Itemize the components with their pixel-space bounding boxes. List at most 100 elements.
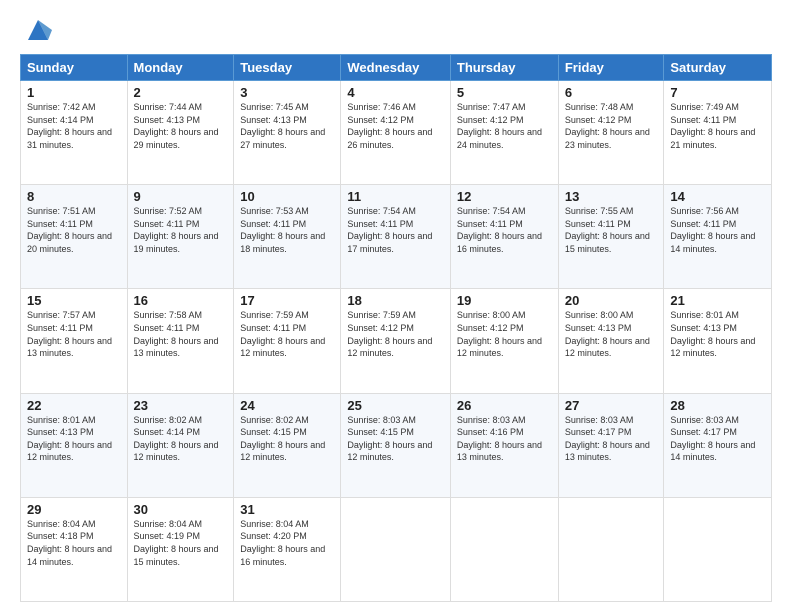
day-number: 27 [565,398,658,413]
calendar-cell: 27Sunrise: 8:03 AM Sunset: 4:17 PM Dayli… [558,393,664,497]
day-info: Sunrise: 7:47 AM Sunset: 4:12 PM Dayligh… [457,102,542,150]
day-info: Sunrise: 8:04 AM Sunset: 4:18 PM Dayligh… [27,519,112,567]
day-info: Sunrise: 8:03 AM Sunset: 4:16 PM Dayligh… [457,415,542,463]
calendar-cell: 3 Sunrise: 7:45 AM Sunset: 4:13 PM Daylig… [234,81,341,185]
day-number: 10 [240,189,334,204]
day-number: 29 [27,502,121,517]
day-number: 20 [565,293,658,308]
day-info: Sunrise: 8:01 AM Sunset: 4:13 PM Dayligh… [27,415,112,463]
calendar-header-cell: Monday [127,55,234,81]
calendar-cell [664,497,772,601]
calendar-cell: 28 Sunrise: 8:03 AM Sunset: 4:17 PM Dayli… [664,393,772,497]
day-info: Sunrise: 8:00 AM Sunset: 4:12 PM Dayligh… [457,310,542,358]
calendar-header-cell: Thursday [450,55,558,81]
header [20,16,772,44]
day-number: 28 [670,398,765,413]
calendar-cell: 4 Sunrise: 7:46 AM Sunset: 4:12 PM Daylig… [341,81,451,185]
day-number: 9 [134,189,228,204]
day-info: Sunrise: 7:59 AM Sunset: 4:11 PM Dayligh… [240,310,325,358]
calendar-week-row: 8 Sunrise: 7:51 AM Sunset: 4:11 PM Daylig… [21,185,772,289]
calendar-cell: 21Sunrise: 8:01 AM Sunset: 4:13 PM Dayli… [664,289,772,393]
calendar-cell: 23Sunrise: 8:02 AM Sunset: 4:14 PM Dayli… [127,393,234,497]
calendar-cell: 18 Sunrise: 7:59 AM Sunset: 4:12 PM Dayli… [341,289,451,393]
calendar-body: 1 Sunrise: 7:42 AM Sunset: 4:14 PM Daylig… [21,81,772,602]
calendar-cell: 16Sunrise: 7:58 AM Sunset: 4:11 PM Dayli… [127,289,234,393]
day-info: Sunrise: 7:49 AM Sunset: 4:11 PM Dayligh… [670,102,755,150]
day-info: Sunrise: 7:53 AM Sunset: 4:11 PM Dayligh… [240,206,325,254]
day-number: 3 [240,85,334,100]
calendar-cell: 1 Sunrise: 7:42 AM Sunset: 4:14 PM Daylig… [21,81,128,185]
day-number: 11 [347,189,444,204]
day-number: 2 [134,85,228,100]
calendar-cell: 2 Sunrise: 7:44 AM Sunset: 4:13 PM Daylig… [127,81,234,185]
calendar-cell: 20 Sunrise: 8:00 AM Sunset: 4:13 PM Dayli… [558,289,664,393]
calendar-header-cell: Wednesday [341,55,451,81]
calendar-cell: 7 Sunrise: 7:49 AM Sunset: 4:11 PM Daylig… [664,81,772,185]
day-info: Sunrise: 7:42 AM Sunset: 4:14 PM Dayligh… [27,102,112,150]
calendar-cell: 12 Sunrise: 7:54 AM Sunset: 4:11 PM Dayli… [450,185,558,289]
calendar-cell: 31Sunrise: 8:04 AM Sunset: 4:20 PM Dayli… [234,497,341,601]
day-info: Sunrise: 7:52 AM Sunset: 4:11 PM Dayligh… [134,206,219,254]
day-info: Sunrise: 7:59 AM Sunset: 4:12 PM Dayligh… [347,310,432,358]
day-number: 21 [670,293,765,308]
day-number: 1 [27,85,121,100]
calendar-cell [558,497,664,601]
day-number: 7 [670,85,765,100]
day-info: Sunrise: 7:55 AM Sunset: 4:11 PM Dayligh… [565,206,650,254]
day-number: 30 [134,502,228,517]
calendar-week-row: 15 Sunrise: 7:57 AM Sunset: 4:11 PM Dayli… [21,289,772,393]
day-info: Sunrise: 7:44 AM Sunset: 4:13 PM Dayligh… [134,102,219,150]
day-info: Sunrise: 7:54 AM Sunset: 4:11 PM Dayligh… [347,206,432,254]
day-info: Sunrise: 8:03 AM Sunset: 4:15 PM Dayligh… [347,415,432,463]
day-info: Sunrise: 8:03 AM Sunset: 4:17 PM Dayligh… [670,415,755,463]
logo [20,16,52,44]
calendar-cell: 15 Sunrise: 7:57 AM Sunset: 4:11 PM Dayli… [21,289,128,393]
calendar-header-cell: Saturday [664,55,772,81]
day-info: Sunrise: 7:54 AM Sunset: 4:11 PM Dayligh… [457,206,542,254]
calendar-cell: 9 Sunrise: 7:52 AM Sunset: 4:11 PM Daylig… [127,185,234,289]
day-number: 16 [134,293,228,308]
day-info: Sunrise: 7:46 AM Sunset: 4:12 PM Dayligh… [347,102,432,150]
day-number: 15 [27,293,121,308]
day-number: 5 [457,85,552,100]
calendar-cell: 25 Sunrise: 8:03 AM Sunset: 4:15 PM Dayli… [341,393,451,497]
logo-icon [24,16,52,44]
day-number: 24 [240,398,334,413]
day-info: Sunrise: 7:48 AM Sunset: 4:12 PM Dayligh… [565,102,650,150]
day-number: 12 [457,189,552,204]
calendar-week-row: 1 Sunrise: 7:42 AM Sunset: 4:14 PM Daylig… [21,81,772,185]
day-info: Sunrise: 8:00 AM Sunset: 4:13 PM Dayligh… [565,310,650,358]
day-number: 23 [134,398,228,413]
calendar-header-cell: Friday [558,55,664,81]
calendar-cell: 30Sunrise: 8:04 AM Sunset: 4:19 PM Dayli… [127,497,234,601]
calendar-cell: 6Sunrise: 7:48 AM Sunset: 4:12 PM Daylig… [558,81,664,185]
calendar-header-cell: Sunday [21,55,128,81]
day-number: 22 [27,398,121,413]
calendar-cell: 11 Sunrise: 7:54 AM Sunset: 4:11 PM Dayli… [341,185,451,289]
calendar-cell: 8 Sunrise: 7:51 AM Sunset: 4:11 PM Daylig… [21,185,128,289]
calendar-cell [450,497,558,601]
day-number: 19 [457,293,552,308]
day-number: 31 [240,502,334,517]
day-info: Sunrise: 7:45 AM Sunset: 4:13 PM Dayligh… [240,102,325,150]
day-info: Sunrise: 7:51 AM Sunset: 4:11 PM Dayligh… [27,206,112,254]
calendar-header-row: SundayMondayTuesdayWednesdayThursdayFrid… [21,55,772,81]
day-number: 14 [670,189,765,204]
page: SundayMondayTuesdayWednesdayThursdayFrid… [0,0,792,612]
day-number: 18 [347,293,444,308]
day-number: 17 [240,293,334,308]
day-number: 8 [27,189,121,204]
day-info: Sunrise: 7:57 AM Sunset: 4:11 PM Dayligh… [27,310,112,358]
day-number: 4 [347,85,444,100]
calendar-cell [341,497,451,601]
day-number: 13 [565,189,658,204]
day-number: 25 [347,398,444,413]
calendar-cell: 29 Sunrise: 8:04 AM Sunset: 4:18 PM Dayli… [21,497,128,601]
day-number: 26 [457,398,552,413]
day-info: Sunrise: 8:02 AM Sunset: 4:15 PM Dayligh… [240,415,325,463]
calendar-cell: 17 Sunrise: 7:59 AM Sunset: 4:11 PM Dayli… [234,289,341,393]
calendar-cell: 13 Sunrise: 7:55 AM Sunset: 4:11 PM Dayli… [558,185,664,289]
calendar-cell: 10 Sunrise: 7:53 AM Sunset: 4:11 PM Dayli… [234,185,341,289]
calendar-header-cell: Tuesday [234,55,341,81]
calendar-cell: 19 Sunrise: 8:00 AM Sunset: 4:12 PM Dayli… [450,289,558,393]
